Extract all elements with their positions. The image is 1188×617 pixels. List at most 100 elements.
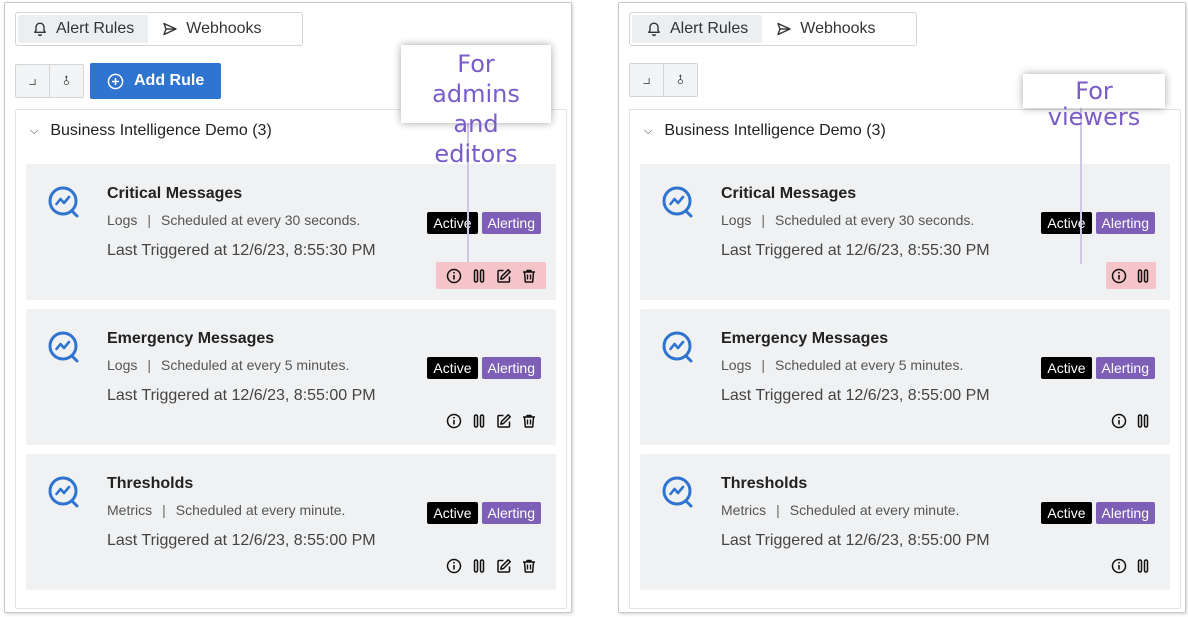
alert-card[interactable]: Critical Messages Logs | Scheduled at ever… bbox=[640, 164, 1170, 300]
pause-icon bbox=[473, 558, 484, 573]
alert-title: Critical Messages bbox=[721, 185, 857, 202]
plus-circle-icon bbox=[107, 73, 124, 89]
pause-icon bbox=[1137, 413, 1149, 428]
viewer-actions bbox=[1106, 407, 1156, 434]
viewer-actions bbox=[1106, 552, 1156, 579]
pause-button[interactable] bbox=[1135, 267, 1151, 284]
separator: | bbox=[761, 212, 765, 228]
status-badges: Active Alerting bbox=[427, 502, 541, 524]
add-rule-button[interactable]: Add Rule bbox=[90, 63, 222, 99]
last-triggered: Last Triggered at 12/6/23, 8:55:00 PM bbox=[107, 532, 376, 549]
info-icon bbox=[1111, 413, 1127, 428]
trash-icon bbox=[522, 269, 535, 283]
last-triggered: Last Triggered at 12/6/23, 8:55:30 PM bbox=[107, 242, 376, 259]
info-button[interactable] bbox=[1111, 557, 1127, 574]
alert-card[interactable]: Emergency Messages Logs | Scheduled at eve… bbox=[640, 309, 1170, 445]
pause-icon bbox=[1137, 268, 1149, 283]
tab-alert-rules[interactable]: Alert Rules bbox=[18, 15, 149, 43]
collapse-all-button[interactable]: ⯽ bbox=[49, 65, 83, 97]
active-badge: Active bbox=[427, 357, 478, 379]
alert-schedule: Scheduled at every 5 minutes. bbox=[775, 357, 964, 373]
toolbar: ⯾ ⯽ Add Rule bbox=[15, 63, 222, 99]
callout-line-2: and editors bbox=[434, 110, 518, 168]
info-button[interactable] bbox=[445, 412, 462, 429]
alert-rule-icon bbox=[662, 476, 693, 508]
folder-header[interactable]: ⌵ Business Intelligence Demo (3) bbox=[30, 122, 272, 140]
info-button[interactable] bbox=[1111, 412, 1127, 429]
edit-icon bbox=[496, 558, 511, 573]
admin-actions bbox=[436, 552, 546, 579]
folder-name: Business Intelligence Demo (3) bbox=[664, 122, 886, 139]
active-badge: Active bbox=[427, 502, 478, 524]
alert-schedule: Scheduled at every 30 seconds. bbox=[161, 212, 361, 228]
expand-all-button[interactable]: ⯾ bbox=[16, 65, 49, 97]
separator: | bbox=[162, 502, 166, 518]
alert-rule-icon bbox=[662, 186, 693, 218]
info-button[interactable] bbox=[1111, 267, 1127, 284]
alerting-badge: Alerting bbox=[481, 212, 541, 234]
admins-editors-callout: For admins and editors bbox=[401, 45, 551, 168]
bell-icon bbox=[34, 22, 46, 37]
delete-button[interactable] bbox=[520, 557, 537, 574]
chevrons-up-icon: ⯽ bbox=[677, 73, 684, 86]
alert-folder: ⌵ Business Intelligence Demo (3) Critica… bbox=[15, 109, 567, 609]
separator: | bbox=[776, 502, 780, 518]
last-triggered: Last Triggered at 12/6/23, 8:55:30 PM bbox=[721, 242, 990, 259]
collapse-all-button[interactable]: ⯽ bbox=[663, 64, 697, 96]
trash-icon bbox=[522, 414, 535, 428]
edit-button[interactable] bbox=[495, 557, 512, 574]
alert-schedule: Scheduled at every 30 seconds. bbox=[775, 212, 975, 228]
viewer-actions bbox=[1106, 262, 1156, 289]
alerting-badge: Alerting bbox=[1095, 502, 1155, 524]
pause-button[interactable] bbox=[470, 267, 487, 284]
alert-meta: Metrics | Scheduled at every minute. bbox=[107, 502, 345, 518]
alert-schedule: Scheduled at every 5 minutes. bbox=[161, 357, 350, 373]
info-button[interactable] bbox=[445, 267, 462, 284]
active-badge: Active bbox=[427, 212, 478, 234]
alert-schedule: Scheduled at every minute. bbox=[789, 502, 960, 518]
tab-bar: Alert Rules Webhooks bbox=[15, 12, 303, 46]
collapse-expand-group: ⯾ ⯽ bbox=[629, 63, 698, 97]
alert-rule-icon bbox=[48, 331, 79, 363]
delete-button[interactable] bbox=[520, 412, 537, 429]
admin-actions bbox=[436, 407, 546, 434]
status-badges: Active Alerting bbox=[427, 357, 541, 379]
viewers-callout: For viewers bbox=[1023, 74, 1165, 130]
edit-button[interactable] bbox=[495, 267, 512, 284]
alert-title: Thresholds bbox=[107, 475, 194, 492]
pause-button[interactable] bbox=[1135, 557, 1151, 574]
alert-card[interactable]: Emergency Messages Logs | Scheduled at eve… bbox=[26, 309, 556, 445]
tab-webhooks[interactable]: Webhooks bbox=[148, 15, 275, 43]
alert-title: Critical Messages bbox=[107, 185, 243, 202]
chevron-down-icon: ⌵ bbox=[30, 124, 39, 137]
pause-button[interactable] bbox=[470, 412, 487, 429]
pause-button[interactable] bbox=[1135, 412, 1151, 429]
edit-button[interactable] bbox=[495, 412, 512, 429]
info-icon bbox=[1111, 558, 1127, 573]
alert-type: Metrics bbox=[107, 502, 153, 518]
alert-card[interactable]: Critical Messages Logs | Scheduled at ever… bbox=[26, 164, 556, 300]
tab-label: Webhooks bbox=[186, 20, 262, 37]
folder-header[interactable]: ⌵ Business Intelligence Demo (3) bbox=[644, 122, 886, 140]
folder-name: Business Intelligence Demo (3) bbox=[50, 122, 272, 139]
edit-icon bbox=[496, 413, 511, 428]
tab-alert-rules[interactable]: Alert Rules bbox=[632, 15, 763, 43]
alert-card[interactable]: Thresholds Metrics | Scheduled at every mi… bbox=[26, 454, 556, 590]
pause-button[interactable] bbox=[470, 557, 487, 574]
delete-button[interactable] bbox=[520, 267, 537, 284]
info-icon bbox=[446, 413, 461, 428]
separator: | bbox=[147, 212, 151, 228]
tab-webhooks[interactable]: Webhooks bbox=[762, 15, 889, 43]
separator: | bbox=[147, 357, 151, 373]
admin-view-panel: Alert Rules Webhooks ⯾ ⯽ Add Rule ⌵ Busi… bbox=[4, 2, 572, 613]
status-badges: Active Alerting bbox=[1041, 212, 1155, 234]
viewer-view-panel: Alert Rules Webhooks ⯾ ⯽ ⌵ Business Inte… bbox=[618, 2, 1186, 613]
info-icon bbox=[446, 558, 461, 573]
pause-icon bbox=[473, 268, 484, 283]
info-button[interactable] bbox=[445, 557, 462, 574]
alert-type: Logs bbox=[721, 212, 752, 228]
status-badges: Active Alerting bbox=[1041, 357, 1155, 379]
alert-rule-icon bbox=[662, 331, 693, 363]
expand-all-button[interactable]: ⯾ bbox=[630, 64, 663, 96]
alert-card[interactable]: Thresholds Metrics | Scheduled at every mi… bbox=[640, 454, 1170, 590]
